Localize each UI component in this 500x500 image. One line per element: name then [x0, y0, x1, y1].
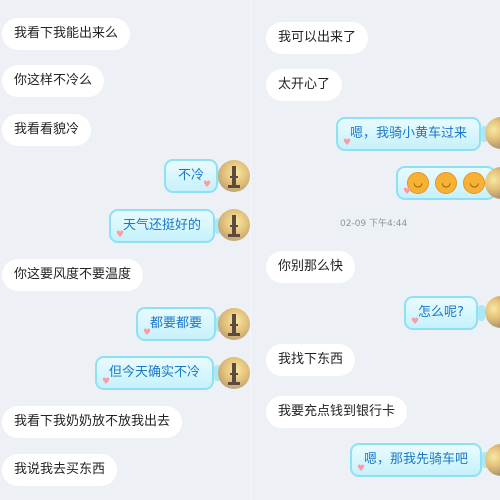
received-message[interactable]: 我看看貌冷: [2, 114, 92, 146]
received-message[interactable]: 我找下东西: [266, 344, 356, 376]
received-message[interactable]: 我说我去买东西: [2, 454, 118, 486]
message-text: 我看下我能出来么: [14, 26, 119, 41]
message-text: 你别那么快: [278, 259, 344, 274]
chat-column-left: 我看下我能出来么 你这样不冷么 我看看貌冷 不冷 ♥ 天气还挺好的 ♥ 你这要风…: [0, 0, 250, 500]
message-text: 我说我去买东西: [14, 462, 106, 477]
received-message[interactable]: 我看下我奶奶放不放我出去: [2, 406, 183, 438]
chat-column-right: 我可以出来了 太开心了 嗯，我骑小黄车过来 ♥ ◡ ◡ ◡ ♥ 02-09 下午…: [250, 0, 500, 500]
received-message[interactable]: 你别那么快: [266, 251, 356, 283]
avatar[interactable]: [485, 444, 500, 476]
message-text: 怎么呢?: [418, 305, 464, 320]
laughing-face-emoji: ◡: [463, 171, 486, 194]
message-text: 你这要风度不要温度: [14, 267, 132, 282]
avatar[interactable]: [485, 296, 500, 328]
message-text: 不冷: [178, 168, 205, 183]
sent-message-jar[interactable]: 嗯，那我先骑车吧 ♥: [350, 443, 490, 477]
sent-message-jar[interactable]: 但今天确实不冷 ♥: [95, 356, 222, 390]
laughing-face-emoji: ◡: [435, 171, 458, 194]
heart-icon: ♥: [202, 180, 212, 190]
avatar[interactable]: [218, 160, 250, 192]
heart-icon: ♥: [403, 187, 412, 197]
message-text: 但今天确实不冷: [109, 365, 201, 380]
message-text: 我看看貌冷: [14, 122, 80, 137]
message-text: 我看下我奶奶放不放我出去: [14, 414, 171, 429]
heart-icon: ♥: [102, 377, 111, 387]
avatar[interactable]: [218, 357, 250, 389]
received-message[interactable]: 我要充点钱到银行卡: [266, 396, 408, 428]
message-text: 都要都要: [150, 316, 203, 331]
message-text: 太开心了: [278, 77, 331, 92]
timestamp: 02-09 下午4:44: [340, 219, 408, 229]
heart-icon: ♥: [143, 328, 152, 338]
sent-message-jar[interactable]: 怎么呢? ♥: [404, 296, 485, 330]
heart-icon: ♥: [116, 230, 125, 240]
message-text: 我可以出来了: [278, 30, 357, 45]
heart-icon: ♥: [343, 138, 352, 148]
message-text: 嗯，我骑小黄车过来: [350, 126, 468, 141]
received-message[interactable]: 你这要风度不要温度: [2, 259, 144, 291]
avatar[interactable]: [485, 117, 500, 149]
eiffel-tower-icon: [228, 314, 240, 336]
message-text: 我找下东西: [278, 352, 344, 367]
message-text: 天气还挺好的: [123, 218, 202, 233]
eiffel-tower-icon: [228, 166, 240, 188]
sent-message-jar[interactable]: 天气还挺好的 ♥: [109, 209, 223, 243]
received-message[interactable]: 我可以出来了: [266, 22, 369, 54]
message-text: 我要充点钱到银行卡: [278, 404, 396, 419]
received-message[interactable]: 你这样不冷么: [2, 65, 105, 97]
sent-message-jar[interactable]: 嗯，我骑小黄车过来 ♥: [336, 117, 489, 151]
heart-icon: ♥: [357, 464, 366, 474]
received-message[interactable]: 太开心了: [266, 69, 343, 101]
avatar[interactable]: [218, 308, 250, 340]
sent-message-jar[interactable]: 都要都要 ♥: [136, 307, 224, 341]
avatar[interactable]: [218, 209, 250, 241]
sent-message-jar[interactable]: 不冷 ♥: [164, 159, 226, 193]
message-text: 你这样不冷么: [14, 73, 93, 88]
sent-message-jar[interactable]: ◡ ◡ ◡ ♥: [396, 166, 500, 200]
received-message[interactable]: 我看下我能出来么: [2, 18, 131, 50]
eiffel-tower-icon: [228, 363, 240, 385]
message-text: 嗯，那我先骑车吧: [364, 452, 469, 467]
heart-icon: ♥: [411, 317, 420, 327]
eiffel-tower-icon: [228, 215, 240, 237]
